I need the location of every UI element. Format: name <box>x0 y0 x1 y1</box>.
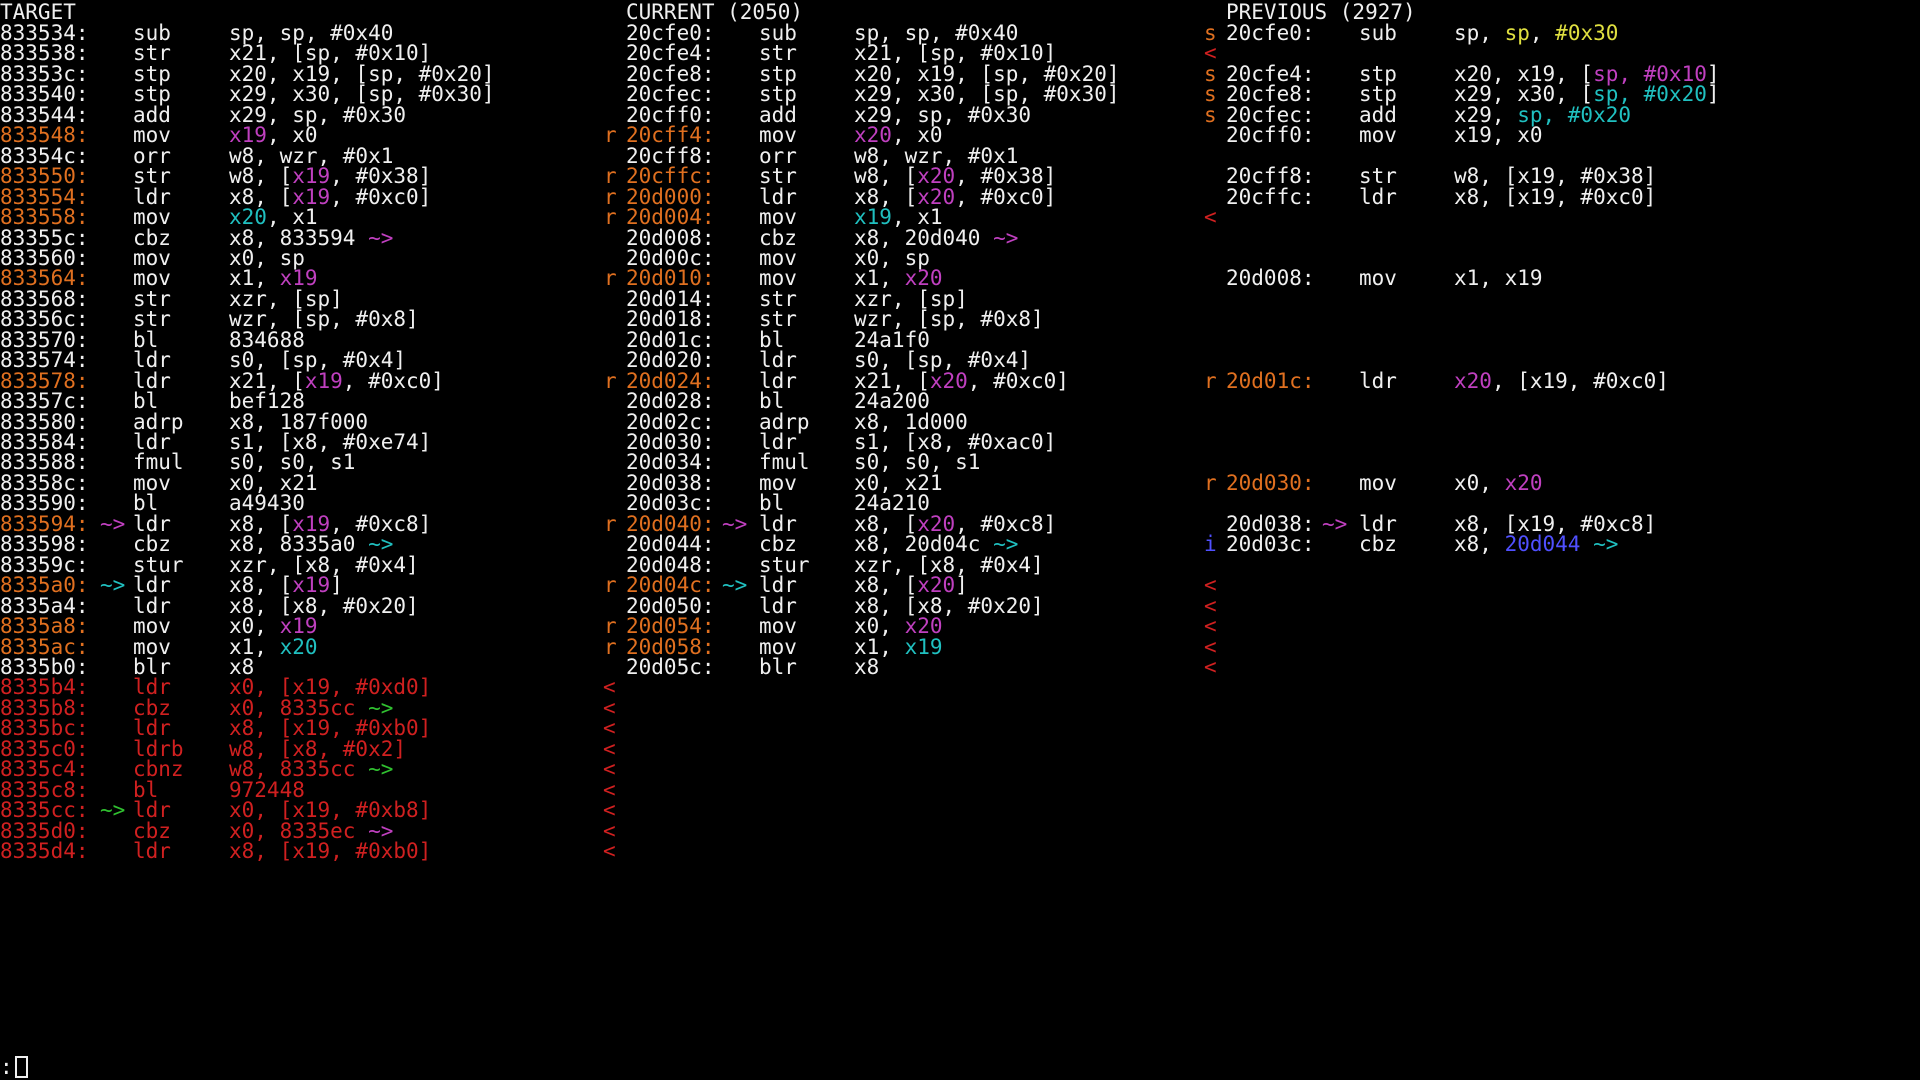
operand-segment: , #0xc0] <box>955 184 1057 209</box>
operand-segment: #0x30 <box>1555 21 1619 45</box>
operand-segment: 20d044 <box>1504 532 1581 557</box>
operands: x8, 20d044 ~> <box>1454 532 1618 557</box>
operand-segment: x20 <box>1454 368 1492 393</box>
opcode: mov <box>1359 123 1397 148</box>
branch-target-arrow: ~> <box>100 573 126 598</box>
command-prompt[interactable]: : <box>0 1055 28 1080</box>
address: 20d01c: <box>1226 368 1315 393</box>
operand-segment: ~> <box>993 225 1019 250</box>
address: 20d030: <box>1226 470 1315 495</box>
opcode: cbz <box>1359 532 1397 557</box>
operand-segment: x0, <box>1454 470 1505 495</box>
address: 20d008: <box>1226 266 1315 291</box>
diff-marker: i <box>1204 532 1217 557</box>
operand-segment: x20 <box>929 368 968 393</box>
operands: x20, [x19, #0xc0] <box>1454 369 1669 394</box>
diff-marker: r <box>604 266 617 291</box>
operand-segment: sp <box>1504 21 1530 45</box>
diff-marker: r <box>1204 470 1217 495</box>
operands: sp, sp, #0x30 <box>1454 21 1618 46</box>
operand-segment: x8, [x19, #0xc0] <box>1454 184 1657 209</box>
opcode: mov <box>1359 470 1397 495</box>
operand-segment: sp, <box>1454 21 1505 45</box>
prompt-char: : <box>0 1055 13 1079</box>
address: 20d03c: <box>1226 532 1315 557</box>
address: 20d05c: <box>626 654 715 679</box>
diff-marker: r <box>604 573 617 598</box>
operand-segment: x8 <box>854 654 880 679</box>
branch-target-arrow: ~> <box>100 798 126 823</box>
operand-segment: , [x19, #0xc0] <box>1491 368 1669 393</box>
opcode: ldr <box>1359 368 1397 393</box>
diff-marker: r <box>604 205 617 230</box>
address: 20cffc: <box>1226 184 1315 209</box>
diff-marker: r <box>1204 368 1217 393</box>
operand-segment: , #0xc0] <box>342 368 444 393</box>
opcode: blr <box>759 654 797 679</box>
operands: x19, x0 <box>1454 123 1543 148</box>
branch-target-arrow: ~> <box>1322 511 1348 536</box>
operand-segment: , #0xc0] <box>967 368 1069 393</box>
branch-target-arrow: ~> <box>722 573 748 598</box>
branch-target-arrow: ~> <box>100 511 126 536</box>
operand-segment: x20 <box>279 634 318 659</box>
operands: x8 <box>854 655 879 680</box>
operand-segment: ~> <box>368 757 394 782</box>
operand-segment: , <box>1529 21 1556 45</box>
address: 8335d4: <box>0 839 89 863</box>
diff-marker: r <box>604 634 617 659</box>
operand-segment: x19 <box>304 368 343 393</box>
diff-marker: r <box>604 511 617 536</box>
operand-segment: x19 <box>904 634 943 659</box>
branch-target-arrow: ~> <box>722 511 748 536</box>
opcode: sub <box>1359 21 1397 45</box>
operands: x0, x20 <box>1454 471 1543 496</box>
address: 20cff0: <box>1226 123 1315 148</box>
operand-segment: x20 <box>1504 470 1543 495</box>
opcode: ldr <box>1359 184 1397 209</box>
current-pane: CURRENT (2050) 20cfe0: sub sp, sp, #0x40 20… <box>604 0 1204 1058</box>
operand-segment: x8, <box>1454 532 1505 557</box>
operand-segment: , #0xc0] <box>330 184 432 209</box>
operands: x8, [x19, #0xb0] <box>229 839 431 864</box>
opcode: ldr <box>133 839 171 863</box>
operand-segment <box>1580 532 1593 556</box>
operand-segment: ~> <box>1593 532 1619 557</box>
operand-segment: ~> <box>368 225 394 250</box>
operands: x1, x19 <box>1454 266 1543 291</box>
diff-marker: r <box>604 368 617 393</box>
operand-segment: x8, [x19, #0xb0] <box>229 839 432 863</box>
address: 20cfe0: <box>1226 21 1315 45</box>
diff-marker: r <box>604 123 617 148</box>
previous-pane: PREVIOUS (2927) s 20cfe0: sub sp, sp, #0x30… <box>1204 0 1920 1058</box>
opcode: mov <box>1359 266 1397 291</box>
target-pane: TARGET 833534: sub sp, sp, #0x40 833538: str… <box>0 0 620 1058</box>
operand-segment: x1, x19 <box>1454 266 1543 291</box>
operand-segment: x19, x0 <box>1454 123 1543 148</box>
text-cursor <box>14 1056 28 1078</box>
operands: x8, [x19, #0xc0] <box>1454 185 1656 210</box>
diff-marker: < <box>1204 205 1217 230</box>
operand-segment: ] <box>1706 82 1720 107</box>
diff-marker: s <box>1204 102 1217 127</box>
diff-marker: < <box>1204 654 1217 679</box>
